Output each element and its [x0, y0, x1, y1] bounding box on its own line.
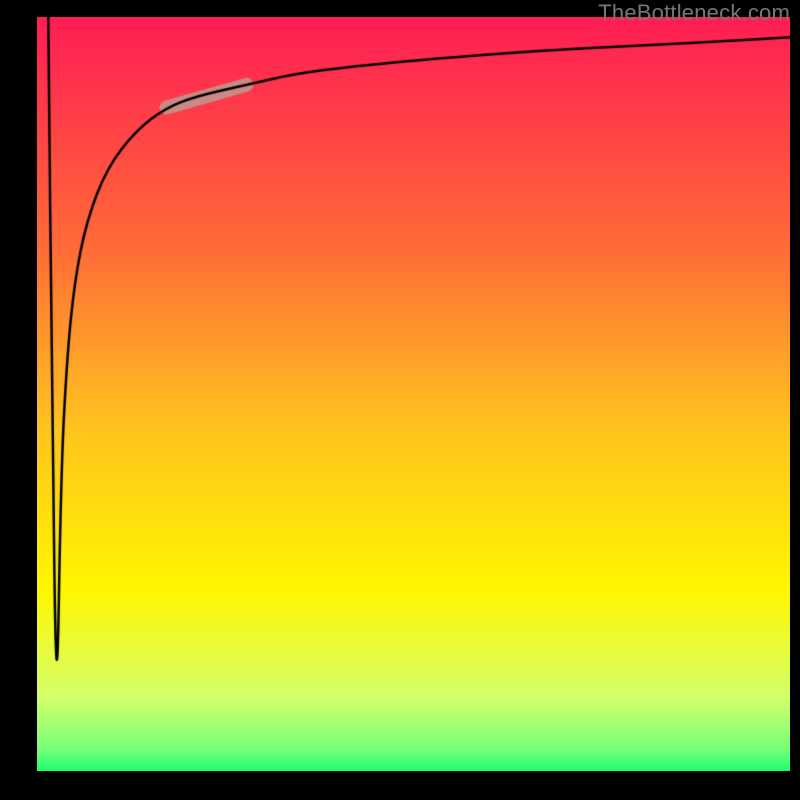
plot-area — [37, 17, 790, 771]
plot-canvas — [37, 17, 790, 771]
chart-container: TheBottleneck.com — [0, 0, 800, 800]
